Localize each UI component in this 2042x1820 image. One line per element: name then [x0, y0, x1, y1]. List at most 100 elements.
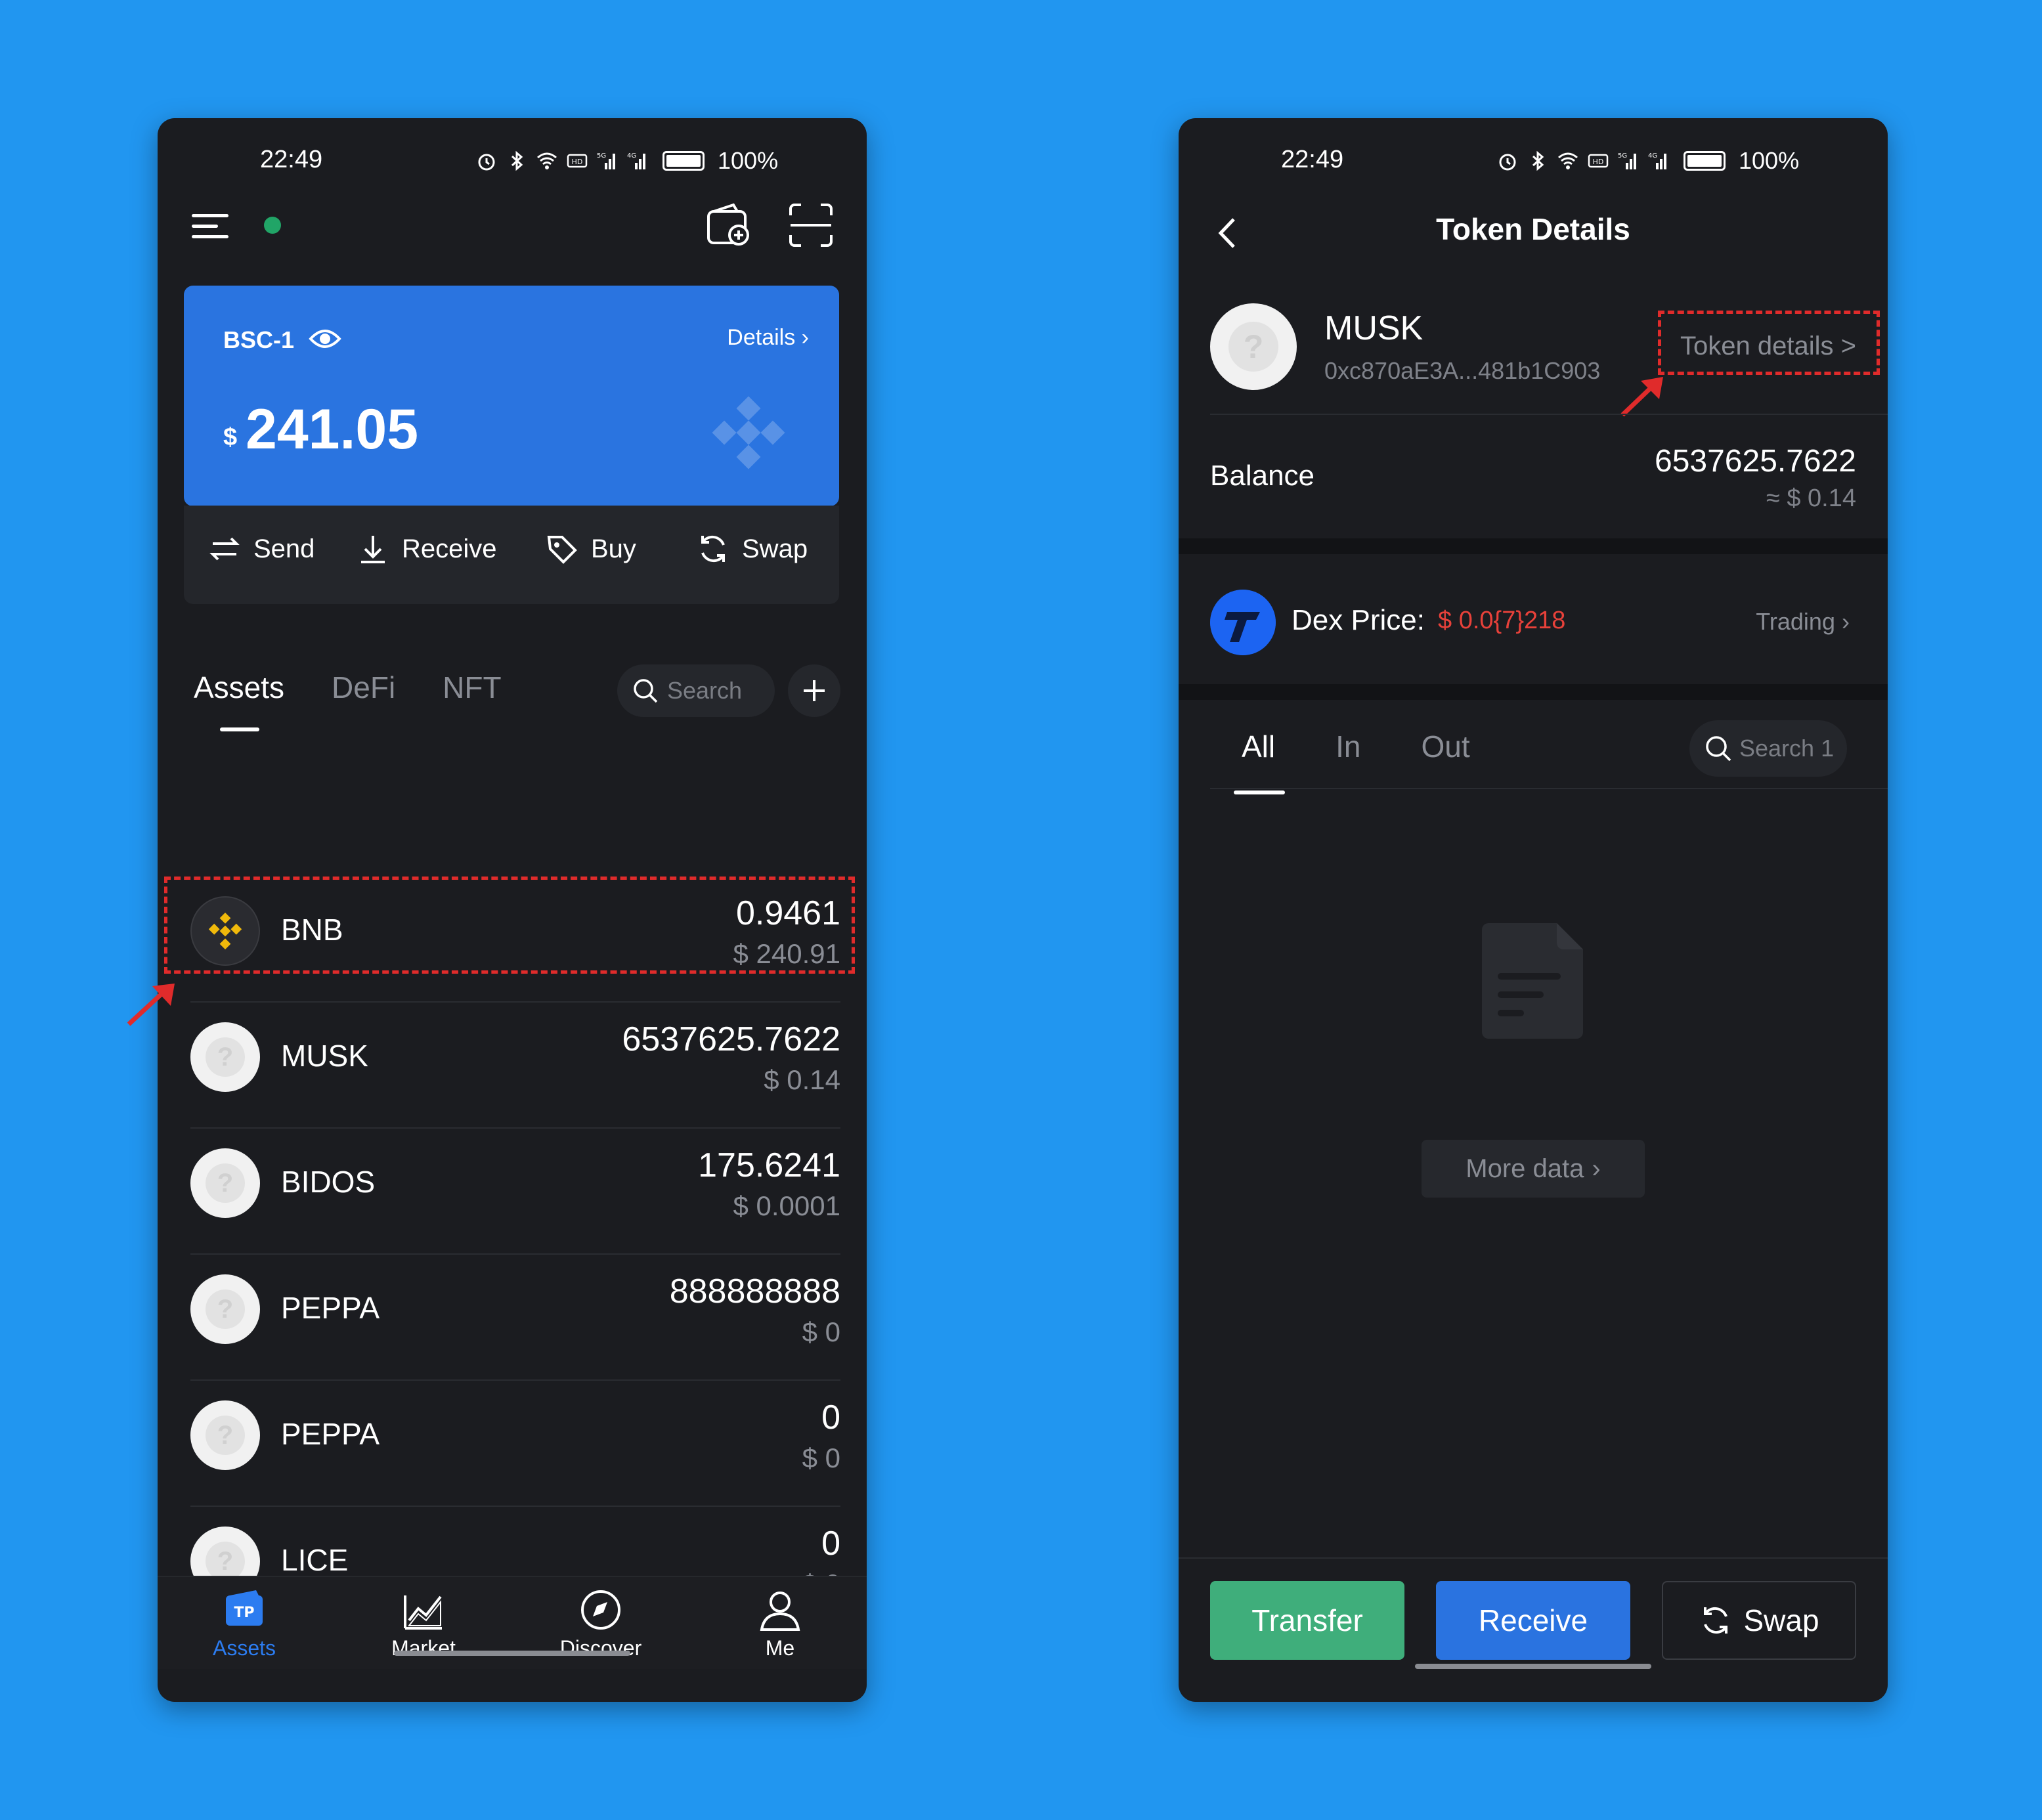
asset-quantity: 0	[821, 1525, 840, 1563]
musk-highlight-box	[164, 877, 855, 974]
bnb-watermark-icon	[712, 396, 785, 469]
asset-name: BIDOS	[281, 1165, 376, 1199]
unknown-token-icon: ?	[190, 1274, 260, 1344]
empty-document-icon	[1482, 923, 1583, 1039]
svg-text:5G: 5G	[1618, 152, 1627, 160]
receive-label: Receive	[402, 534, 497, 563]
add-token-icon[interactable]	[788, 664, 840, 717]
unknown-token-icon: ?	[190, 1400, 260, 1470]
swap-icon	[701, 535, 725, 563]
compass-icon	[581, 1590, 620, 1630]
buy-button[interactable]: Buy	[545, 532, 636, 566]
asset-search-placeholder: Search	[667, 677, 743, 704]
asset-quantity: 175.6241	[698, 1146, 840, 1184]
hd-icon: HD	[1588, 154, 1609, 168]
asset-row-bidos[interactable]: ? BIDOS 175.6241 $ 0.0001	[190, 1129, 840, 1255]
send-button[interactable]: Send	[207, 532, 315, 566]
bluetooth-icon	[1532, 150, 1544, 171]
status-time: 22:49	[260, 146, 323, 173]
nav-me[interactable]: Me	[714, 1586, 846, 1660]
asset-quantity: 6537625.7622	[622, 1020, 840, 1058]
dex-price-label: Dex Price:	[1292, 604, 1425, 636]
nav-assets[interactable]: TP Assets	[179, 1586, 310, 1660]
more-data-button[interactable]: More data ›	[1422, 1140, 1645, 1198]
status-time: 22:49	[1281, 146, 1344, 173]
unknown-token-icon: ?	[190, 1148, 260, 1218]
wallet-details-link[interactable]: Details ›	[727, 325, 809, 351]
wallet-chain-name: BSC-1	[223, 326, 295, 353]
battery-percent: 100%	[1739, 147, 1800, 174]
receive-button[interactable]: Receive	[356, 532, 497, 566]
bluetooth-icon	[511, 150, 523, 171]
token-details-highlight-box	[1658, 311, 1880, 375]
swap-label: Swap	[742, 534, 808, 563]
tab-underline-divider	[1210, 788, 1888, 789]
tab-nft[interactable]: NFT	[443, 670, 501, 705]
swap-button[interactable]: Swap	[696, 532, 808, 566]
home-indicator	[1415, 1664, 1651, 1669]
signal-5g-icon: 5G	[597, 152, 615, 169]
section-separator	[1179, 538, 1888, 554]
token-contract-address[interactable]: 0xc870aE3A...481b1C903	[1324, 357, 1600, 385]
unknown-token-icon: ?	[1210, 303, 1297, 390]
user-icon	[760, 1592, 800, 1631]
svg-text:TP: TP	[234, 1605, 254, 1621]
balance-label: Balance	[1210, 460, 1315, 492]
wallet-balance-card[interactable]: BSC-1 Details › $ 241.05	[184, 286, 839, 506]
nav-discover[interactable]: Discover	[535, 1586, 666, 1660]
send-icon	[209, 537, 240, 561]
nav-me-label: Me	[765, 1636, 795, 1660]
tab-all[interactable]: All	[1233, 729, 1286, 794]
svg-text:5G: 5G	[597, 152, 606, 160]
asset-usd-value: $ 0	[802, 1442, 840, 1473]
tab-out[interactable]: Out	[1422, 729, 1470, 764]
tab-in[interactable]: In	[1336, 729, 1360, 764]
annotation-arrow-icon	[1620, 377, 1663, 417]
trading-label: Trading	[1756, 608, 1835, 635]
tokenpocket-dex-logo-icon	[1210, 590, 1276, 655]
receive-button[interactable]: Receive	[1436, 1581, 1630, 1660]
tab-assets[interactable]: Assets	[194, 670, 284, 731]
balance-usd: ≈ $ 0.14	[1766, 485, 1856, 512]
nav-market[interactable]: Market	[358, 1586, 489, 1660]
asset-row-peppa[interactable]: ? PEPPA 888888888 $ 0	[190, 1255, 840, 1381]
wallet-details-label: Details	[727, 325, 796, 350]
nav-discover-label: Discover	[559, 1636, 642, 1660]
asset-usd-value: $ 0.14	[764, 1064, 840, 1095]
transfer-button[interactable]: Transfer	[1210, 1581, 1404, 1660]
asset-name: LICE	[281, 1543, 349, 1577]
asset-quantity: 0	[821, 1398, 840, 1437]
divider	[1210, 414, 1888, 415]
tab-defi[interactable]: DeFi	[332, 670, 395, 705]
annotation-arrow-icon	[127, 984, 175, 1026]
swap-icon	[1704, 1607, 1728, 1634]
add-wallet-icon[interactable]	[706, 202, 752, 248]
token-details-screen: 22:49 HD 5G 4G 100% Token Details ? MUSK…	[1179, 118, 1888, 1702]
chevron-right-icon: ›	[1842, 608, 1850, 635]
svg-text:HD: HD	[572, 158, 583, 166]
online-status-dot	[264, 217, 281, 234]
asset-row-musk[interactable]: ? MUSK 6537625.7622 $ 0.14	[190, 1003, 840, 1129]
search-icon	[634, 679, 658, 703]
alarm-icon	[478, 154, 495, 171]
eye-icon[interactable]	[309, 324, 341, 354]
scan-icon[interactable]	[788, 202, 834, 248]
nav-assets-label: Assets	[212, 1636, 276, 1660]
buy-label: Buy	[591, 534, 636, 563]
swap-label: Swap	[1743, 1603, 1819, 1637]
menu-icon[interactable]	[190, 210, 230, 243]
asset-row-peppa-2[interactable]: ? PEPPA 0 $ 0	[190, 1381, 840, 1507]
transaction-search-input[interactable]: Search 1	[1689, 720, 1847, 777]
status-icons: HD 5G 4G 100%	[476, 147, 778, 175]
alarm-icon	[1499, 154, 1516, 171]
swap-button[interactable]: Swap	[1662, 1581, 1856, 1660]
asset-usd-value: $ 0.0001	[733, 1190, 841, 1221]
trading-link[interactable]: Trading ›	[1756, 608, 1850, 636]
section-separator	[1179, 684, 1888, 700]
tp-wallet-icon: TP	[226, 1590, 263, 1626]
send-label: Send	[253, 534, 315, 563]
transaction-tabs: All In Out	[1233, 729, 1470, 794]
asset-search-input[interactable]: Search	[617, 664, 775, 717]
dex-price-value: $ 0.0{7}218	[1438, 607, 1566, 634]
home-indicator	[394, 1651, 630, 1656]
